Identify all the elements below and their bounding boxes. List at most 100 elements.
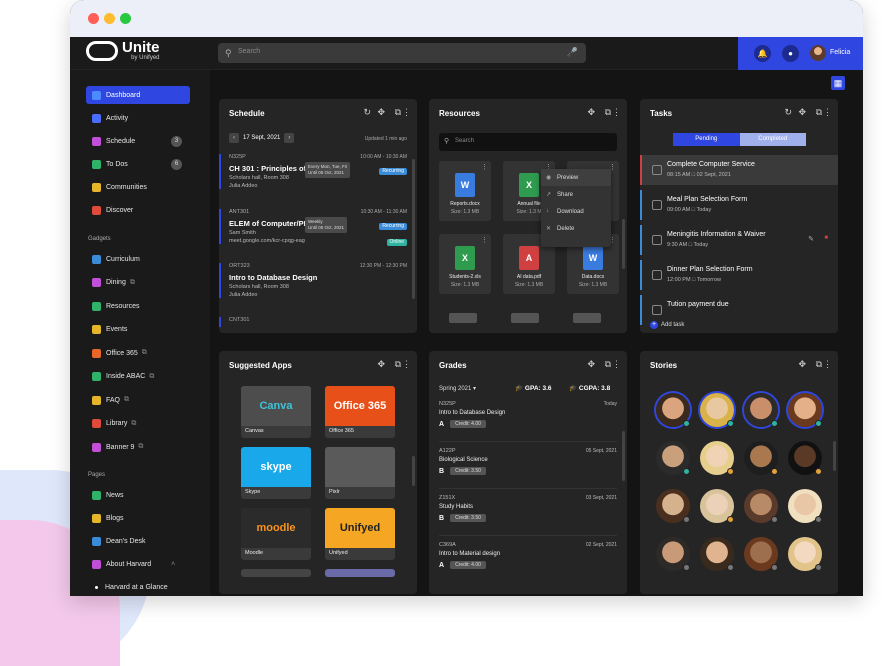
sidebar-item-dean-s-desk[interactable]: Dean's Desk (86, 532, 190, 550)
file-card[interactable]: W Reports.docx Size: 1.3 MB ⋮ (439, 161, 491, 221)
story-avatar[interactable] (656, 489, 690, 523)
scrollbar[interactable] (622, 219, 625, 269)
story-avatar[interactable] (656, 393, 690, 427)
user-name[interactable]: Felicia (830, 49, 850, 56)
task-checkbox[interactable] (652, 235, 662, 245)
more-icon[interactable]: ⋮ (481, 163, 488, 171)
move-icon[interactable]: ✥ (377, 107, 385, 118)
story-avatar[interactable] (744, 489, 778, 523)
chevron-up-icon[interactable]: ˄ (171, 561, 175, 568)
tab-completed[interactable]: Completed (739, 133, 806, 146)
story-avatar[interactable] (700, 441, 734, 475)
folder-icon[interactable] (449, 313, 477, 323)
sidebar-item-dining[interactable]: Dining ⧉ (86, 274, 190, 292)
schedule-item[interactable]: CNT301 (219, 317, 417, 327)
move-icon[interactable]: ✥ (587, 107, 595, 118)
app-tile[interactable]: Pixlr (325, 447, 395, 499)
schedule-item[interactable]: N325P CH 301 : Principles of Ch Scholars h… (219, 154, 417, 189)
app-tile[interactable]: Canva Canvas (241, 386, 311, 438)
scrollbar[interactable] (622, 431, 625, 481)
sidebar-item-about-harvard[interactable]: About Harvard ˄ (86, 555, 190, 573)
expand-icon[interactable]: ⧉ (605, 359, 611, 370)
chat-icon[interactable]: ● (782, 45, 799, 62)
delete-icon[interactable]: ■ (824, 235, 828, 241)
expand-icon[interactable]: ⧉ (605, 107, 611, 118)
sidebar-item-news[interactable]: News (86, 486, 190, 504)
tab-pending[interactable]: Pending (673, 133, 740, 146)
notification-icon[interactable]: 🔔 (754, 45, 771, 62)
story-avatar[interactable] (788, 393, 822, 427)
app-tile[interactable]: Unifyed Unifyed (325, 508, 395, 560)
scrollbar[interactable] (412, 159, 415, 299)
minimize-dot[interactable] (104, 13, 115, 24)
sidebar-item-resources[interactable]: Resources (86, 297, 190, 315)
sidebar-item-discover[interactable]: Discover (86, 201, 190, 219)
grade-item[interactable]: A122P Biological Science B Credit: 3.50 05 S… (439, 448, 617, 489)
scrollbar[interactable] (833, 441, 836, 471)
move-icon[interactable]: ✥ (587, 359, 595, 370)
task-item[interactable]: Meal Plan Selection Form 09:00 AM □ Today (640, 190, 838, 220)
sidebar-item-faq[interactable]: FAQ ⧉ (86, 391, 190, 409)
avatar[interactable] (810, 45, 826, 61)
app-tile[interactable] (241, 569, 311, 577)
grade-item[interactable]: Z151X Study Habits B Credit: 3.50 03 Sept, 2… (439, 495, 617, 536)
mic-icon[interactable]: 🎤 (567, 47, 578, 58)
sidebar-item-harvard-at-a-glance[interactable]: Harvard at a Glance (86, 578, 190, 596)
story-avatar[interactable] (700, 537, 734, 571)
task-checkbox[interactable] (652, 270, 662, 280)
app-tile[interactable] (325, 569, 395, 577)
prev-date-button[interactable]: ‹ (229, 133, 239, 143)
logo[interactable]: Unite by Unifyed (86, 40, 160, 61)
close-dot[interactable] (88, 13, 99, 24)
sidebar-item-library[interactable]: Library ⧉ (86, 415, 190, 433)
move-icon[interactable]: ✥ (798, 107, 806, 118)
story-avatar[interactable] (744, 441, 778, 475)
scrollbar[interactable] (412, 456, 415, 486)
menu-item-share[interactable]: ↗ Share (541, 186, 611, 203)
story-avatar[interactable] (788, 441, 822, 475)
task-item[interactable]: Dinner Plan Selection Form 12:00 PM □ Tom… (640, 260, 838, 290)
more-icon[interactable]: ⋮ (402, 359, 411, 370)
sidebar-item-to-dos[interactable]: To Dos 6 (86, 155, 190, 173)
more-icon[interactable]: ⋮ (823, 359, 832, 370)
more-icon[interactable]: ⋮ (481, 236, 488, 244)
schedule-item[interactable]: ORT323 Intro to Database Design Scholars h… (219, 263, 417, 298)
schedule-item[interactable]: ANT301 ELEM of Computer/PROG Sam Smith meet… (219, 209, 417, 246)
story-avatar[interactable] (744, 537, 778, 571)
story-avatar[interactable] (788, 537, 822, 571)
task-checkbox[interactable] (652, 165, 662, 175)
sidebar-item-inside-abac[interactable]: Inside ABAC ⧉ (86, 368, 190, 386)
story-avatar[interactable] (788, 489, 822, 523)
grade-item[interactable]: N325P Intro to Database Design A Credit: 4.… (439, 401, 617, 442)
sidebar-item-blogs[interactable]: Blogs (86, 509, 190, 527)
sidebar-item-curriculum[interactable]: Curriculum (86, 250, 190, 268)
term-select[interactable]: Spring 2021 ▾ (439, 385, 476, 392)
app-tile[interactable]: moodle Moodle (241, 508, 311, 560)
menu-item-delete[interactable]: ✕ Delete (541, 220, 611, 237)
edit-icon[interactable]: ✎ (808, 235, 814, 243)
expand-icon[interactable]: ⧉ (816, 359, 822, 370)
refresh-icon[interactable]: ↻ (363, 107, 371, 118)
task-item[interactable]: Complete Computer Service 08:15 AM □ 02 S… (640, 155, 838, 185)
story-avatar[interactable] (656, 441, 690, 475)
sidebar-item-banner-9[interactable]: Banner 9 ⧉ (86, 438, 190, 456)
menu-item-download[interactable]: ↓ Download (541, 203, 611, 220)
story-avatar[interactable] (700, 393, 734, 427)
story-avatar[interactable] (656, 537, 690, 571)
layout-grid-button[interactable]: ▦ (831, 76, 845, 90)
task-item[interactable]: Meningitis Information & Waiver 9:30 AM □… (640, 225, 838, 255)
more-icon[interactable]: ⋮ (612, 359, 621, 370)
add-task-button[interactable]: + Add task (650, 321, 684, 329)
sidebar-item-communities[interactable]: Communities (86, 178, 190, 196)
task-checkbox[interactable] (652, 200, 662, 210)
grade-item[interactable]: C369A Intro to Material design A Credit: 4.… (439, 542, 617, 569)
sidebar-item-office-365[interactable]: Office 365 ⧉ (86, 344, 190, 362)
sidebar-item-schedule[interactable]: Schedule 3 (86, 132, 190, 150)
more-icon[interactable]: ⋮ (823, 107, 832, 118)
story-avatar[interactable] (700, 489, 734, 523)
folder-icon[interactable] (511, 313, 539, 323)
task-checkbox[interactable] (652, 305, 662, 315)
expand-icon[interactable]: ⧉ (816, 107, 822, 118)
more-icon[interactable]: ⋮ (612, 107, 621, 118)
expand-icon[interactable]: ⧉ (395, 107, 401, 118)
